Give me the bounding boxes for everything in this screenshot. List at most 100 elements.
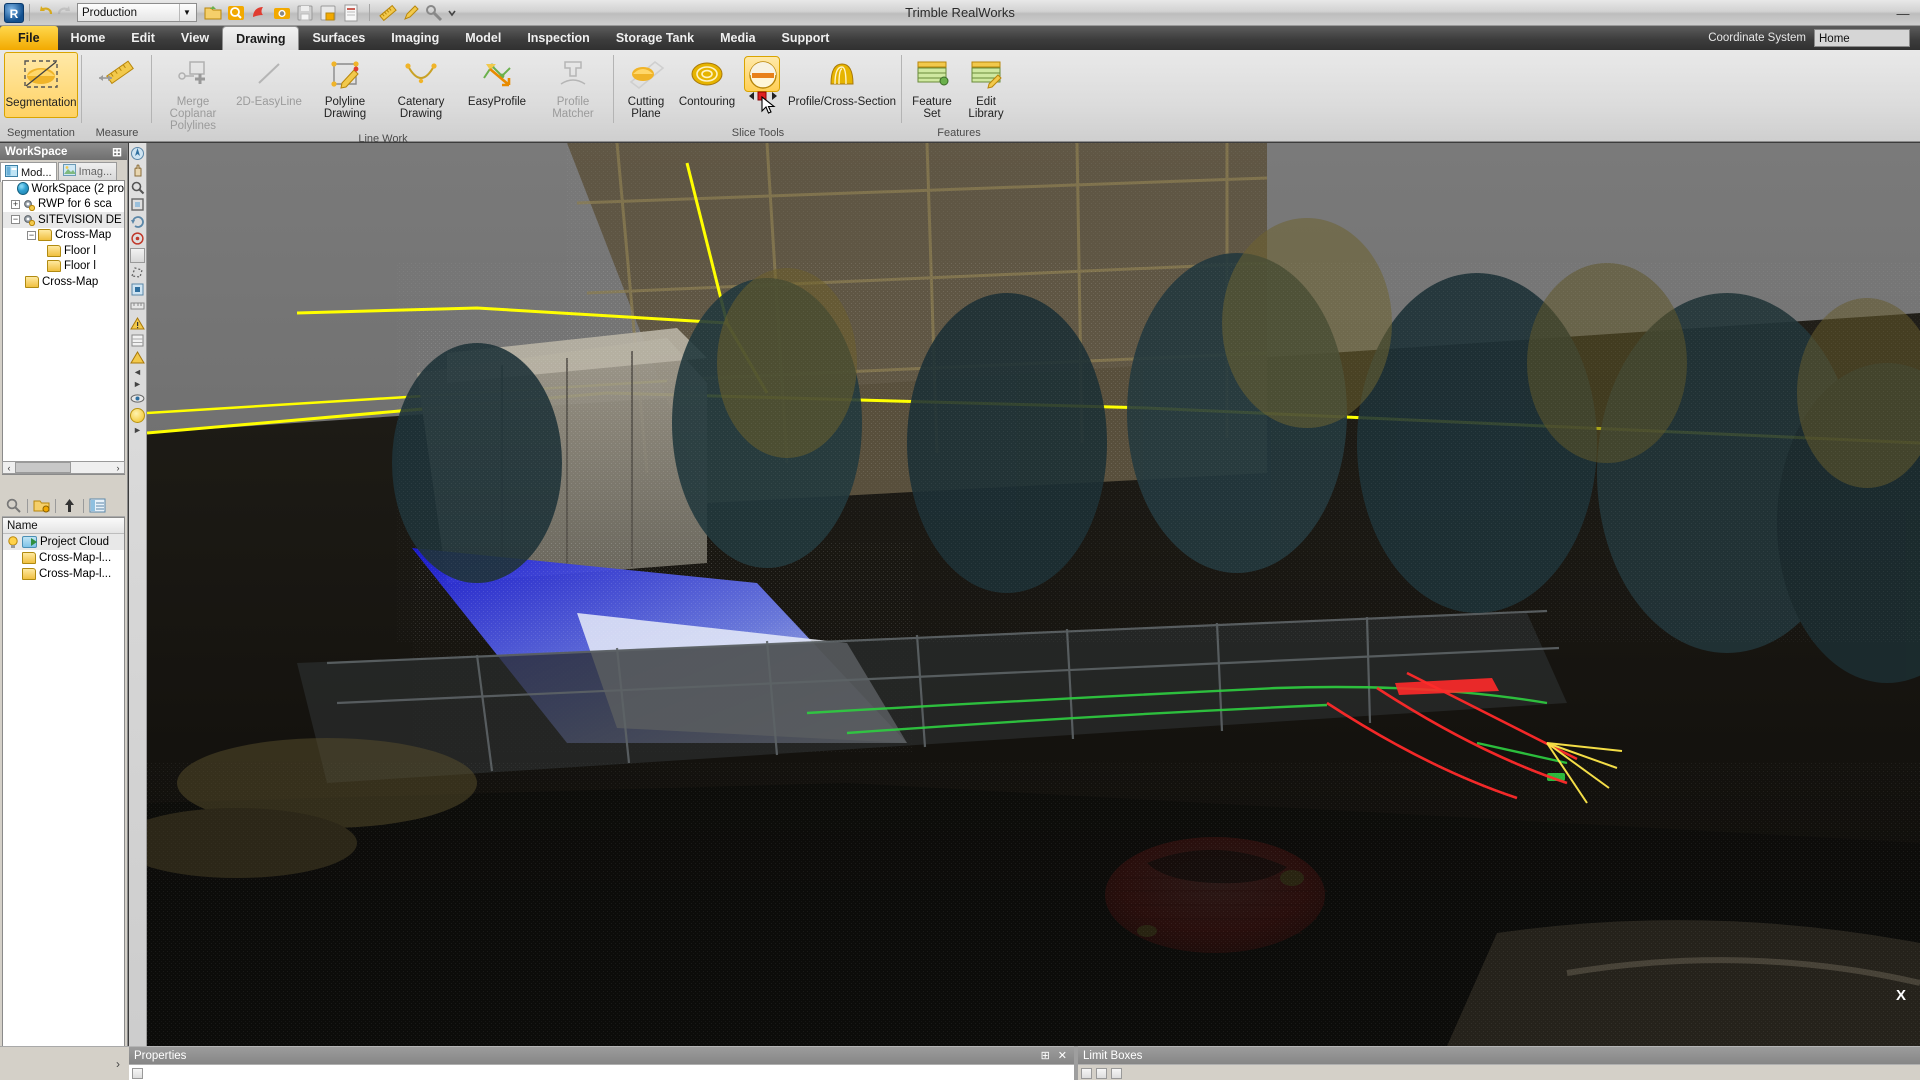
pin-icon[interactable]: ⊞ [112, 145, 122, 159]
remove-limit-box-icon[interactable] [1096, 1067, 1107, 1079]
feature-set-button[interactable]: Feature Set [906, 52, 958, 120]
picking-icon[interactable] [130, 282, 145, 297]
tab-inspection[interactable]: Inspection [514, 26, 603, 50]
tab-home[interactable]: Home [58, 26, 119, 50]
cutting-plane-button[interactable]: Cutting Plane [618, 52, 674, 120]
tree-expander[interactable]: + [9, 199, 22, 209]
zoom-tool-icon[interactable] [5, 497, 22, 514]
folder-icon [25, 275, 39, 288]
tab-edit[interactable]: Edit [118, 26, 168, 50]
save-as-icon[interactable] [318, 3, 338, 23]
object-list[interactable]: Name Project Cloud Cross-Map-l... Cross-… [2, 517, 125, 1058]
expand-right-icon[interactable]: ► [133, 379, 142, 389]
tree-expander[interactable]: − [25, 230, 38, 240]
rotate-icon[interactable] [130, 214, 145, 229]
tree-node-label: Cross-Map [55, 229, 112, 242]
left-dock-collapse[interactable]: › [0, 1046, 129, 1080]
tree-node-floor-2[interactable]: Floor l [3, 259, 124, 275]
tree-node-floor-1[interactable]: Floor l [3, 243, 124, 259]
warning-icon[interactable] [130, 316, 145, 331]
tab-media[interactable]: Media [707, 26, 768, 50]
polyline-drawing-button[interactable]: Polyline Drawing [308, 52, 382, 120]
edit-library-button[interactable]: Edit Library [960, 52, 1012, 120]
tab-model-panel[interactable]: Mod... [0, 162, 57, 182]
tree-horizontal-scrollbar[interactable]: ‹ › [2, 461, 125, 474]
workspace-tree[interactable]: WorkSpace (2 pro + RWP for 6 sca − SITEV… [2, 180, 125, 475]
properties-panel-body[interactable] [129, 1064, 1074, 1080]
close-icon[interactable]: ✕ [1058, 1049, 1067, 1062]
new-folder-icon[interactable] [33, 497, 50, 514]
save-icon[interactable] [295, 3, 315, 23]
pan-icon[interactable] [130, 163, 145, 178]
pencil-icon[interactable] [401, 3, 421, 23]
search-icon[interactable] [226, 3, 246, 23]
tab-file[interactable]: File [0, 26, 58, 50]
list-item[interactable]: Cross-Map-l... [3, 550, 124, 566]
list-item[interactable]: Cross-Map-l... [3, 566, 124, 582]
profile-cross-section-button[interactable]: Profile/Cross-Section [786, 52, 898, 118]
3d-viewport[interactable]: X [147, 143, 1920, 1046]
triangle-tool-icon[interactable] [130, 350, 145, 365]
measure-point-icon[interactable] [130, 299, 145, 314]
open-project-icon[interactable] [203, 3, 223, 23]
coordinate-system-value[interactable]: Home [1814, 29, 1910, 47]
fit-view-icon[interactable] [130, 197, 145, 212]
pin-icon[interactable]: ⊞ [1041, 1049, 1050, 1062]
collapse-chevron-icon[interactable]: › [111, 1057, 125, 1071]
tab-view[interactable]: View [168, 26, 222, 50]
chevron-down-icon[interactable]: ▼ [179, 4, 194, 21]
tree-node-rwp[interactable]: + RWP for 6 sca [3, 197, 124, 213]
limit-box-settings-icon[interactable] [1111, 1067, 1122, 1079]
overflow-icon[interactable] [447, 3, 457, 23]
tab-imaging-panel[interactable]: Imag... [57, 162, 118, 180]
select-poly-icon[interactable] [130, 265, 145, 280]
scroll-thumb[interactable] [15, 462, 71, 473]
snapshot-icon[interactable] [272, 3, 292, 23]
segmentation-button[interactable]: Segmentation [4, 52, 78, 118]
tab-support[interactable]: Support [769, 26, 843, 50]
list-view-icon[interactable] [89, 497, 106, 514]
tree-node-cross-map-1[interactable]: − Cross-Map [3, 228, 124, 244]
profile-select[interactable]: Production ▼ [77, 3, 197, 22]
light-icon[interactable] [130, 408, 145, 423]
measure-button[interactable] [86, 52, 148, 118]
eye-icon[interactable] [130, 391, 145, 406]
report-icon[interactable] [341, 3, 361, 23]
more-tools-icon[interactable]: ► [133, 425, 142, 435]
undo-icon[interactable] [35, 3, 55, 23]
slice-tool-button[interactable] [740, 52, 784, 118]
project-icon [22, 198, 36, 211]
scroll-right-arrow[interactable]: › [112, 463, 124, 473]
target-icon[interactable] [130, 231, 145, 246]
minimize-button[interactable]: — [1892, 3, 1914, 21]
add-limit-box-icon[interactable] [1081, 1067, 1092, 1079]
move-up-icon[interactable] [61, 497, 78, 514]
tab-drawing[interactable]: Drawing [222, 26, 300, 50]
scroll-left-arrow[interactable]: ‹ [3, 463, 15, 473]
grid-icon[interactable] [130, 333, 145, 348]
tree-node-cross-map-2[interactable]: Cross-Map [3, 274, 124, 290]
limit-boxes-panel-body[interactable] [1078, 1064, 1920, 1080]
select-rect-icon[interactable] [130, 248, 145, 263]
tab-surfaces[interactable]: Surfaces [299, 26, 378, 50]
tab-storage-tank[interactable]: Storage Tank [603, 26, 707, 50]
tree-node-workspace[interactable]: WorkSpace (2 pro [3, 181, 124, 197]
limit-boxes-panel[interactable]: Limit Boxes [1078, 1046, 1920, 1080]
list-item[interactable]: Project Cloud [3, 534, 124, 550]
zoom-window-icon[interactable] [130, 180, 145, 195]
measure-icon[interactable] [378, 3, 398, 23]
visibility-bulb-icon[interactable] [7, 535, 19, 549]
navigate-icon[interactable] [130, 146, 145, 161]
tab-imaging[interactable]: Imaging [378, 26, 452, 50]
tools-icon[interactable] [424, 3, 444, 23]
expand-left-icon[interactable]: ◄ [133, 367, 142, 377]
tab-model[interactable]: Model [452, 26, 514, 50]
tree-expander[interactable]: − [9, 215, 22, 225]
sketchup-export-icon[interactable] [249, 3, 269, 23]
properties-panel[interactable]: Properties ⊞ ✕ [129, 1046, 1074, 1080]
catenary-drawing-button[interactable]: Catenary Drawing [384, 52, 458, 120]
contouring-button[interactable]: Contouring [676, 52, 738, 118]
tree-node-sitevision[interactable]: − SITEVISION DE [3, 212, 124, 228]
easyprofile-button[interactable]: EasyProfile [460, 52, 534, 118]
grid-toggle-icon[interactable] [132, 1067, 143, 1079]
